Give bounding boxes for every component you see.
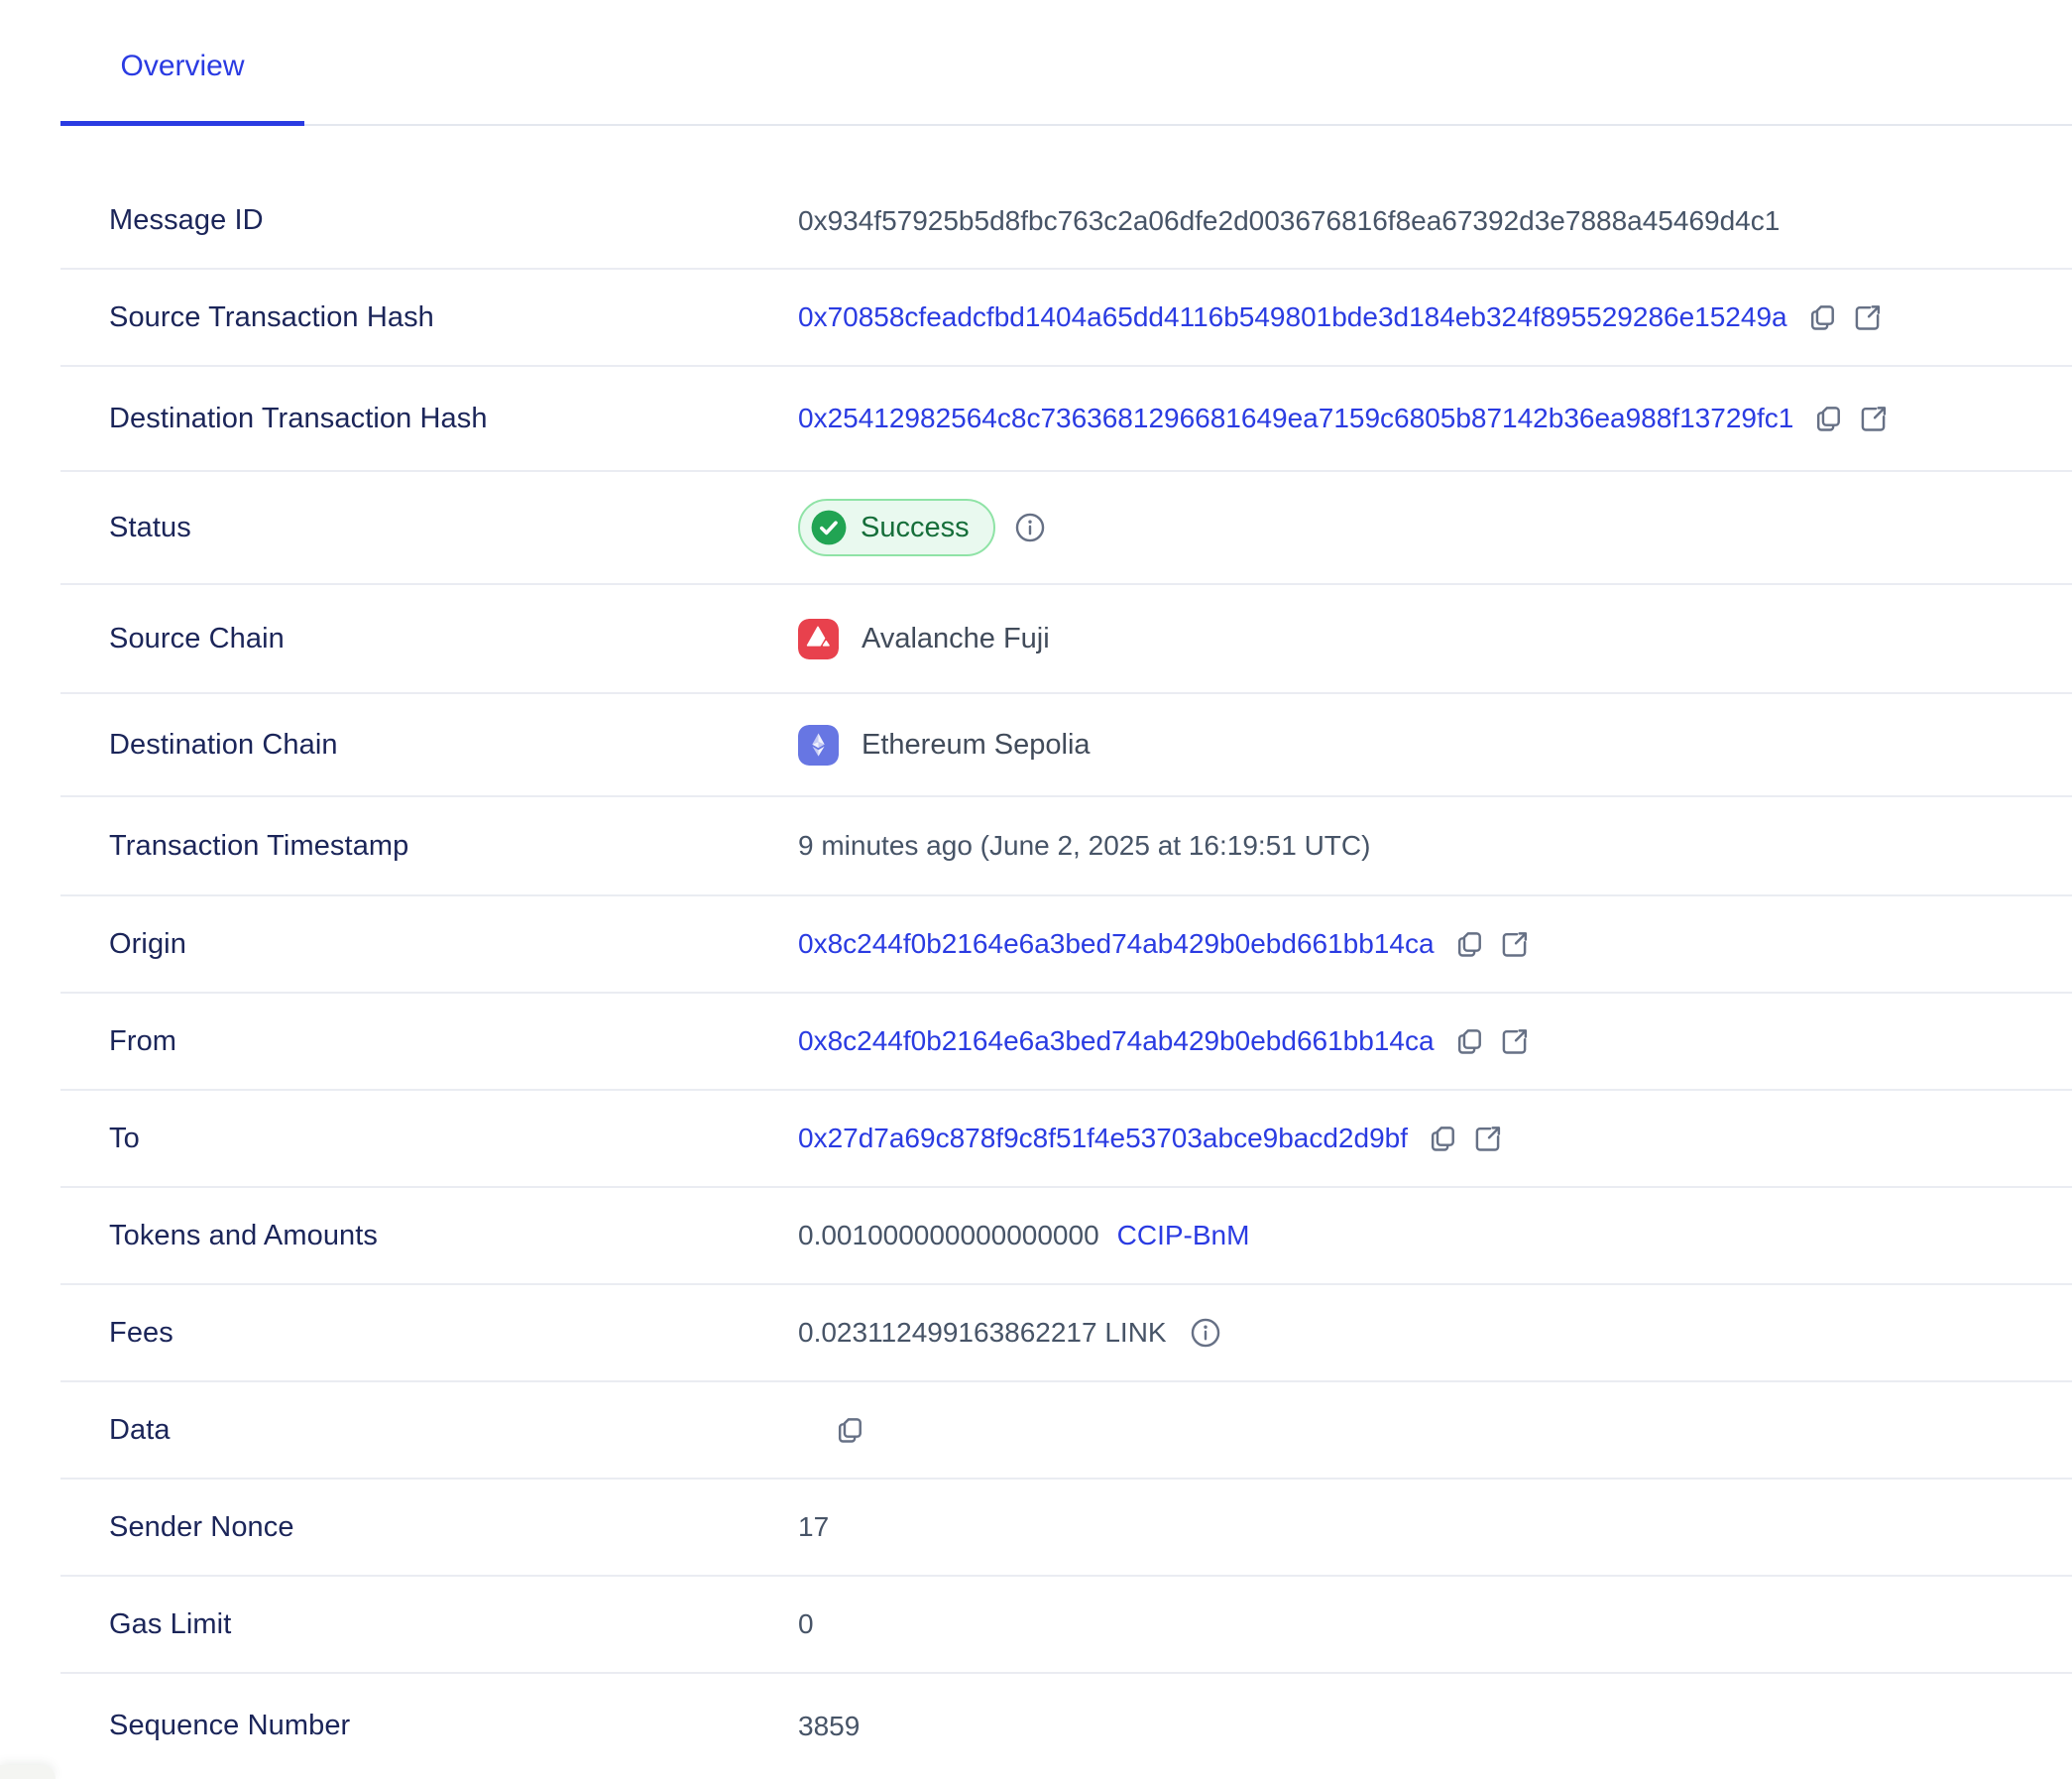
row-value-cell: 0.023112499163862217 LINK <box>798 1316 1222 1350</box>
row-label: Source Transaction Hash <box>60 301 434 334</box>
table-row: To 0x27d7a69c878f9c8f51f4e53703abce9bacd2… <box>60 1091 2072 1188</box>
table-row: Source Transaction Hash 0x70858cfeadcfbd1… <box>60 270 2072 367</box>
hash-link[interactable]: 0x27d7a69c878f9c8f51f4e53703abce9bacd2d9… <box>798 1123 1408 1154</box>
ccip-transaction-overview-page: Overview Message ID 0x934f57925b5d8fbc763… <box>0 0 2072 1779</box>
row-label: Gas Limit <box>60 1608 231 1641</box>
row-value-cell: Ethereum Sepolia <box>798 725 1091 766</box>
row-value: 3859 <box>798 1711 860 1742</box>
row-label: Destination Chain <box>60 729 338 762</box>
row-label: Sender Nonce <box>60 1511 294 1544</box>
copy-icon[interactable] <box>1807 302 1838 333</box>
row-value-cell: 0x27d7a69c878f9c8f51f4e53703abce9bacd2d9… <box>798 1123 1503 1154</box>
table-row: Origin 0x8c244f0b2164e6a3bed74ab429b0ebd6… <box>60 896 2072 994</box>
hash-link[interactable]: 0x8c244f0b2164e6a3bed74ab429b0ebd661bb14… <box>798 928 1435 960</box>
status-badge-label: Success <box>861 512 970 544</box>
token-link[interactable]: CCIP-BnM <box>1117 1220 1250 1251</box>
row-value-cell: 0x8c244f0b2164e6a3bed74ab429b0ebd661bb14… <box>798 1025 1530 1057</box>
info-icon[interactable] <box>1189 1316 1222 1350</box>
row-label: To <box>60 1123 140 1155</box>
row-value-cell: 0x70858cfeadcfbd1404a65dd4116b549801bde3… <box>798 301 1883 333</box>
check-circle-icon <box>810 509 848 546</box>
row-value-cell: 0x8c244f0b2164e6a3bed74ab429b0ebd661bb14… <box>798 928 1530 960</box>
row-label: Message ID <box>60 204 264 237</box>
table-row: Source Chain Avalanche Fuji <box>60 585 2072 694</box>
info-icon[interactable] <box>1013 511 1047 544</box>
table-row: Transaction Timestamp 9 minutes ago (June… <box>60 797 2072 896</box>
tab-bar: Overview <box>0 0 2072 126</box>
copy-icon[interactable] <box>1813 404 1844 434</box>
table-row: Gas Limit 0 <box>60 1577 2072 1674</box>
table-row: Data <box>60 1382 2072 1480</box>
table-row: Tokens and Amounts 0.001000000000000000 CC… <box>60 1188 2072 1285</box>
external-link-icon[interactable] <box>1499 1026 1530 1057</box>
row-label: Destination Transaction Hash <box>60 403 488 435</box>
row-label: Origin <box>60 928 186 961</box>
row-value-cell: 17 <box>798 1511 829 1543</box>
row-label: From <box>60 1025 176 1058</box>
avalanche-icon <box>798 619 839 659</box>
table-row: From 0x8c244f0b2164e6a3bed74ab429b0ebd661… <box>60 994 2072 1091</box>
fee-amount: 0.023112499163862217 LINK <box>798 1317 1167 1349</box>
external-link-icon[interactable] <box>1858 404 1889 434</box>
hash-link[interactable]: 0x25412982564c8c7363681296681649ea7159c6… <box>798 403 1793 434</box>
corner-widget-sliver <box>0 1765 56 1779</box>
external-link-icon[interactable] <box>1852 302 1883 333</box>
chain-cell: Ethereum Sepolia <box>798 725 1091 766</box>
row-label: Status <box>60 512 191 544</box>
table-row: Status Success <box>60 472 2072 585</box>
transaction-details-table: Message ID 0x934f57925b5d8fbc763c2a06dfe2… <box>0 174 2072 1778</box>
row-value-cell: Success <box>798 499 1047 556</box>
hash-link[interactable]: 0x70858cfeadcfbd1404a65dd4116b549801bde3… <box>798 301 1787 333</box>
row-value: 17 <box>798 1511 829 1543</box>
copy-icon[interactable] <box>1454 1026 1485 1057</box>
row-value-cell: 9 minutes ago (June 2, 2025 at 16:19:51 … <box>798 830 1370 862</box>
row-value-cell: 3859 <box>798 1711 860 1742</box>
row-value: 9 minutes ago (June 2, 2025 at 16:19:51 … <box>798 830 1370 862</box>
row-value: 0x934f57925b5d8fbc763c2a06dfe2d003676816… <box>798 205 1780 237</box>
copy-icon[interactable] <box>1454 929 1485 960</box>
table-row: Fees 0.023112499163862217 LINK <box>60 1285 2072 1382</box>
row-value-cell: 0x934f57925b5d8fbc763c2a06dfe2d003676816… <box>798 205 1780 237</box>
row-value-cell: 0.001000000000000000 CCIP-BnM <box>798 1220 1249 1251</box>
copy-icon[interactable] <box>835 1415 865 1446</box>
row-value-cell <box>798 1415 865 1446</box>
tab-overview[interactable]: Overview <box>60 50 304 126</box>
table-row: Message ID 0x934f57925b5d8fbc763c2a06dfe2… <box>60 174 2072 270</box>
row-value: 0 <box>798 1608 814 1640</box>
table-row: Sequence Number 3859 <box>60 1674 2072 1778</box>
row-label: Source Chain <box>60 623 285 655</box>
copy-icon[interactable] <box>1428 1124 1458 1154</box>
chain-name: Ethereum Sepolia <box>862 729 1091 762</box>
external-link-icon[interactable] <box>1499 929 1530 960</box>
chain-cell: Avalanche Fuji <box>798 619 1050 659</box>
hash-link[interactable]: 0x8c244f0b2164e6a3bed74ab429b0ebd661bb14… <box>798 1025 1435 1057</box>
status-badge: Success <box>798 499 995 556</box>
row-label: Fees <box>60 1317 173 1350</box>
row-label: Data <box>60 1414 171 1447</box>
row-label: Tokens and Amounts <box>60 1220 378 1252</box>
chain-name: Avalanche Fuji <box>862 623 1050 655</box>
table-row: Sender Nonce 17 <box>60 1480 2072 1577</box>
row-value-cell: Avalanche Fuji <box>798 619 1050 659</box>
row-label: Sequence Number <box>60 1710 350 1742</box>
external-link-icon[interactable] <box>1472 1124 1503 1154</box>
row-value-cell: 0x25412982564c8c7363681296681649ea7159c6… <box>798 403 1889 434</box>
table-row: Destination Transaction Hash 0x2541298256… <box>60 367 2072 472</box>
row-value-cell: 0 <box>798 1608 814 1640</box>
ethereum-icon <box>798 725 839 766</box>
table-row: Destination Chain Ethereum Sepolia <box>60 694 2072 797</box>
token-amount: 0.001000000000000000 <box>798 1220 1099 1251</box>
row-label: Transaction Timestamp <box>60 830 408 863</box>
